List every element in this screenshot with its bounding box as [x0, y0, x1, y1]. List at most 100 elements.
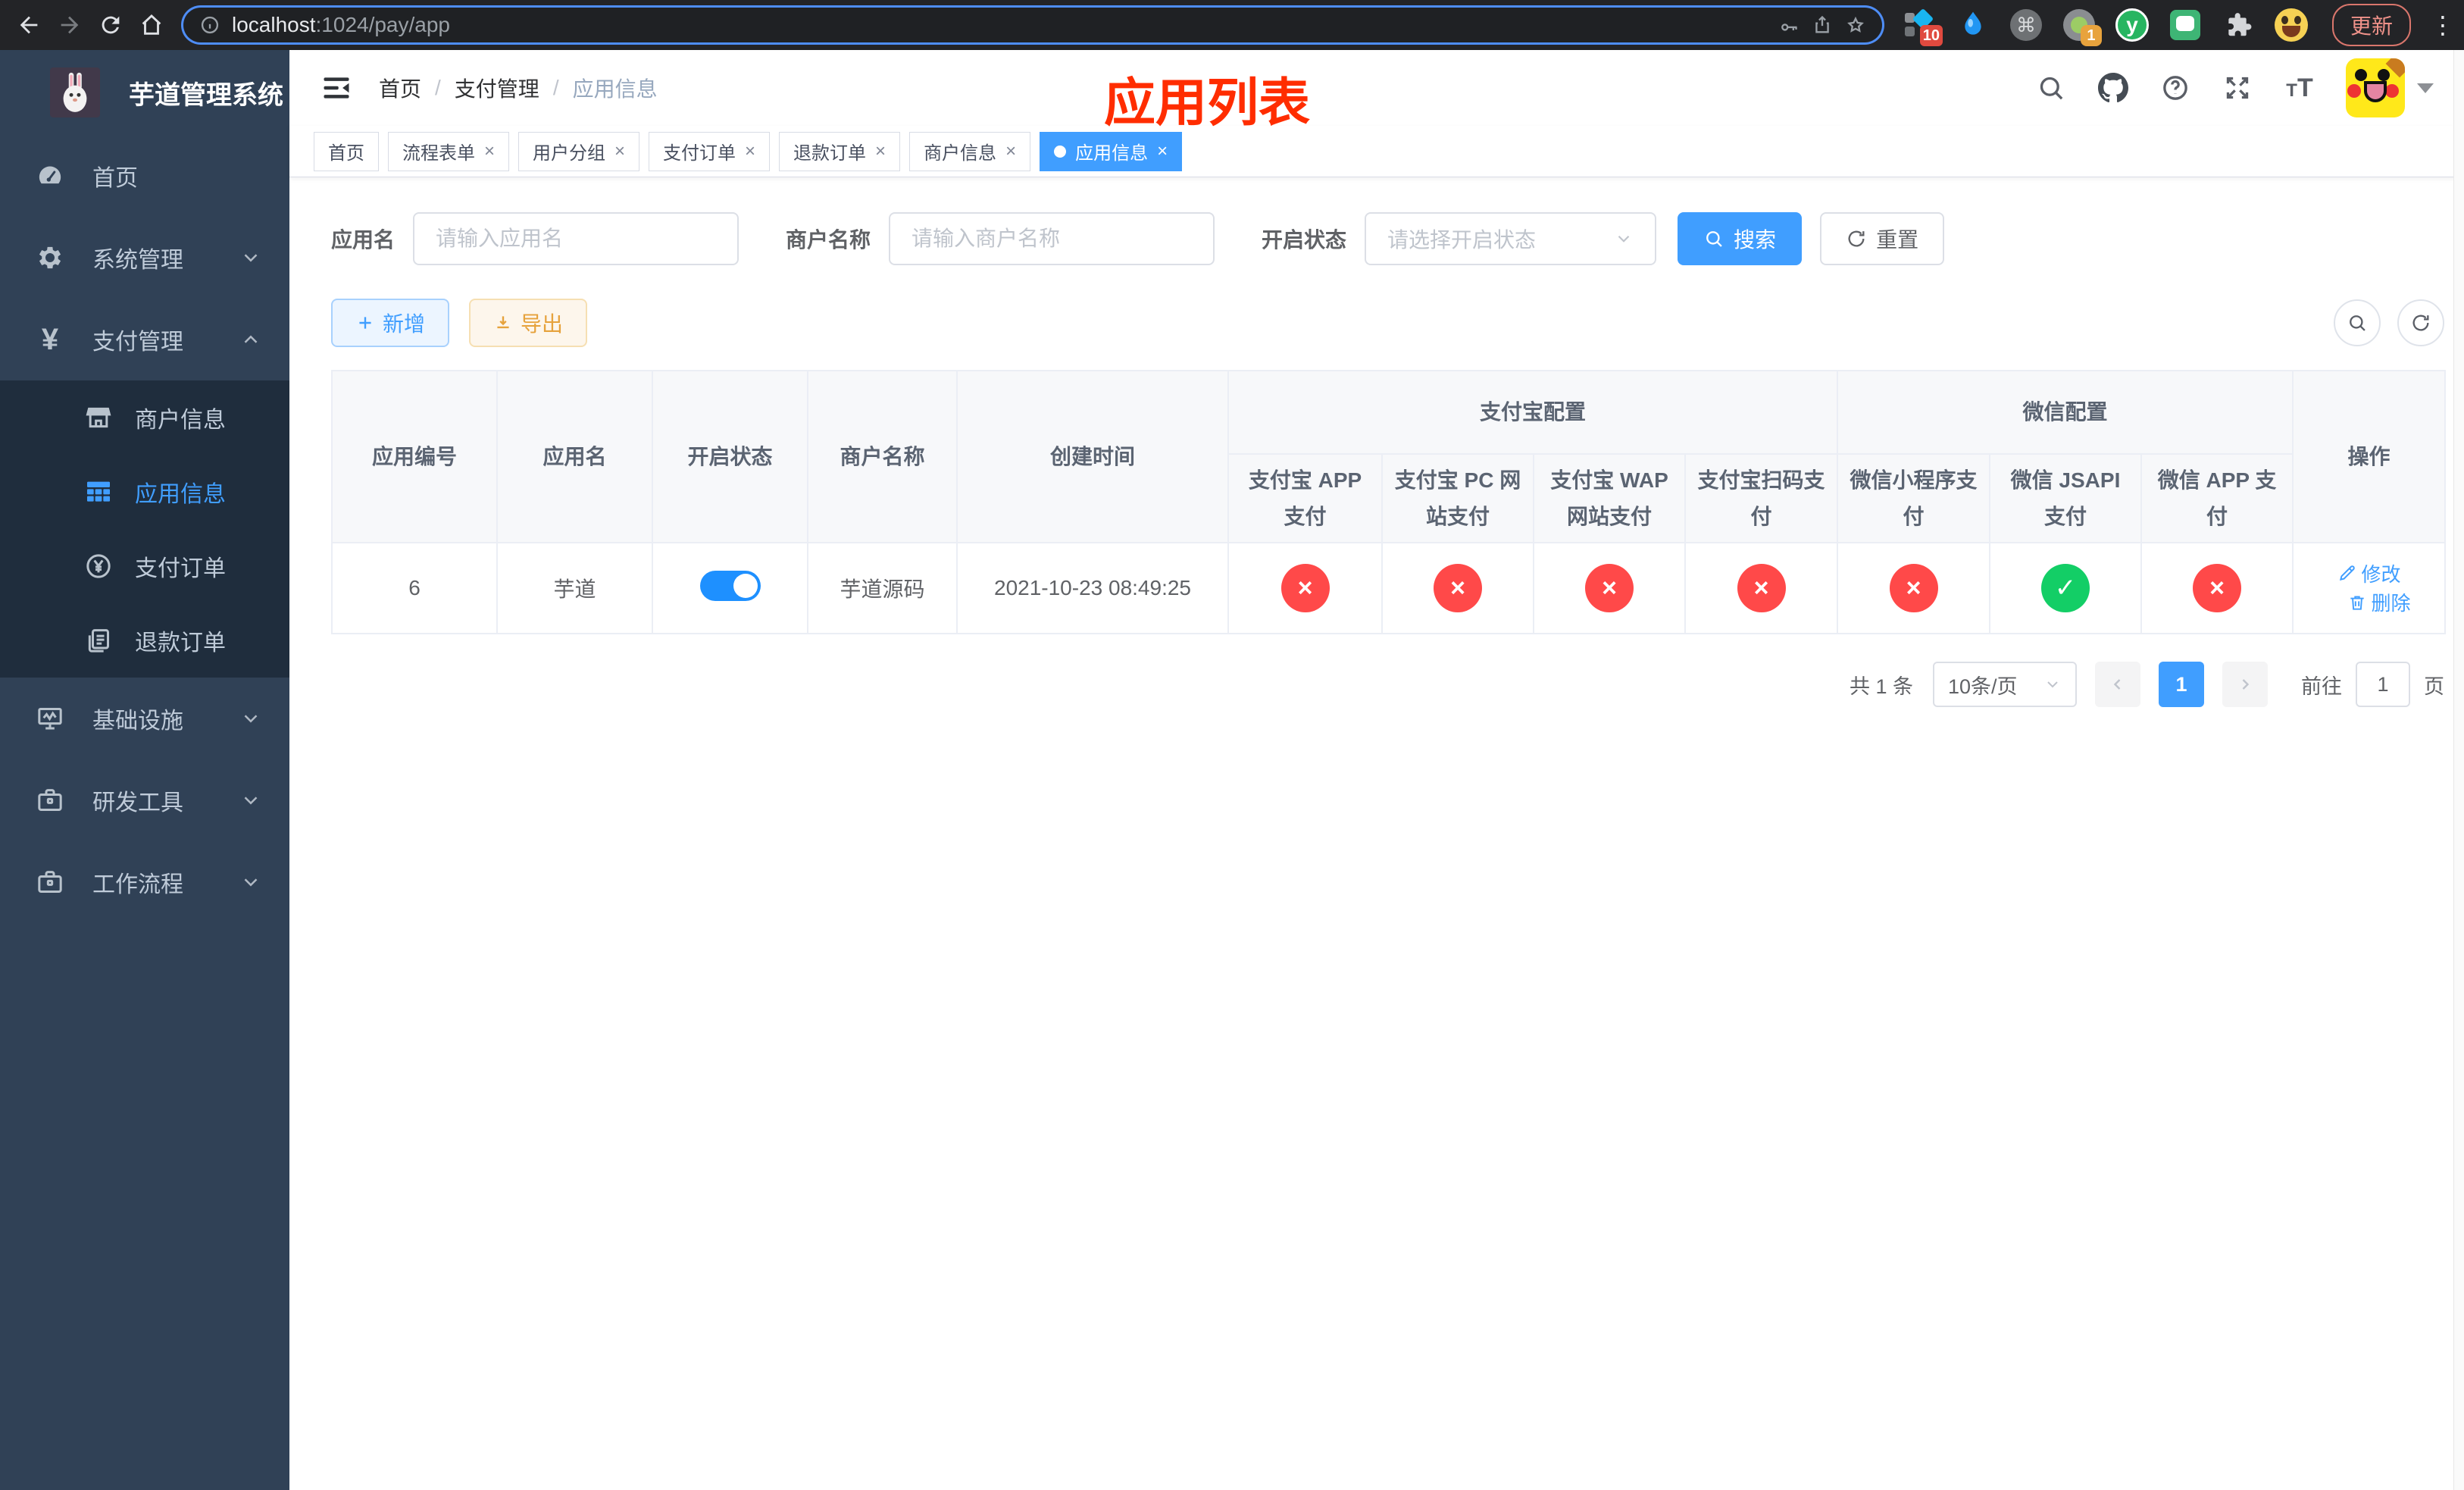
toggle-search-icon[interactable]: [2334, 299, 2381, 346]
app-table: 应用编号 应用名 开启状态 商户名称 创建时间 支付宝配置 微信配置 操作 支付…: [331, 369, 2447, 635]
chevron-down-icon: [239, 789, 262, 812]
goto-page-input[interactable]: [2356, 662, 2410, 708]
sidebar-fold-icon[interactable]: [320, 71, 353, 105]
col-actions: 操作: [2292, 369, 2447, 544]
sidebar-item-label: 支付订单: [135, 556, 226, 581]
close-icon[interactable]: ×: [875, 142, 886, 161]
main-area: 首页 / 支付管理 / 应用信息 应用列表 TT 首页 流程表单 × 用户分组 …: [289, 50, 2464, 1490]
cell-actions: 修改 删除: [2292, 542, 2447, 635]
refresh-icon[interactable]: [2397, 299, 2444, 346]
extension-command-icon[interactable]: ⌘: [2009, 8, 2043, 42]
cell-status: [652, 542, 808, 635]
tab-home[interactable]: 首页: [314, 131, 379, 171]
tab-user-group[interactable]: 用户分组 ×: [518, 131, 640, 171]
export-button[interactable]: 导出: [469, 299, 588, 347]
chevron-down-icon: [239, 707, 262, 730]
browser-menu-icon[interactable]: ⋮: [2431, 11, 2455, 39]
close-icon[interactable]: ×: [1005, 142, 1016, 161]
search-icon[interactable]: [2035, 72, 2067, 104]
app-frame: 芋道管理系统 首页 系统管理 ¥ 支付管理 商户信息 应用信息 支付订单 退款订…: [0, 50, 2464, 1490]
breadcrumb-current: 应用信息: [572, 77, 658, 101]
reset-button[interactable]: 重置: [1820, 212, 1945, 265]
tab-process-form[interactable]: 流程表单 ×: [388, 131, 510, 171]
sidebar-item-pay-order[interactable]: 支付订单: [0, 529, 289, 603]
extensions-puzzle-icon[interactable]: [2222, 8, 2255, 42]
user-menu[interactable]: [2346, 58, 2434, 117]
sidebar-item-app-info[interactable]: 应用信息: [0, 455, 289, 529]
page-scrollbar[interactable]: [2453, 50, 2464, 1490]
sidebar-item-merchant-info[interactable]: 商户信息: [0, 380, 289, 455]
github-icon[interactable]: [2097, 72, 2129, 104]
prev-page-button[interactable]: [2095, 662, 2140, 708]
breadcrumb-pay[interactable]: 支付管理: [455, 73, 539, 103]
cell-merchant: 芋道源码: [807, 542, 958, 635]
sidebar-item-dev-tools[interactable]: 研发工具: [0, 759, 289, 841]
page-unit-label: 页: [2424, 675, 2444, 698]
font-size-icon[interactable]: TT: [2284, 72, 2315, 104]
chevron-down-icon: [2043, 675, 2062, 693]
add-button[interactable]: 新增: [331, 299, 450, 347]
col-alipay-qr: 支付宝扫码支付: [1684, 452, 1839, 544]
sidebar-item-refund-order[interactable]: 退款订单: [0, 603, 289, 678]
search-button[interactable]: 搜索: [1678, 212, 1803, 265]
sidebar-logo[interactable]: 芋道管理系统: [0, 50, 289, 135]
breadcrumb-home[interactable]: 首页: [379, 73, 421, 103]
home-icon[interactable]: [136, 10, 167, 40]
sidebar-item-label: 系统管理: [92, 248, 183, 273]
extension-y-icon[interactable]: y: [2115, 8, 2149, 42]
extension-drop-icon[interactable]: [1956, 8, 1990, 42]
password-key-icon[interactable]: [1778, 14, 1800, 36]
group-wechat: 微信配置: [1837, 370, 2294, 455]
status-label: 开启状态: [1262, 228, 1347, 252]
close-icon[interactable]: ×: [614, 142, 625, 161]
col-app-name: 应用名: [496, 369, 653, 544]
site-info-icon[interactable]: [199, 14, 221, 36]
sidebar-item-home[interactable]: 首页: [0, 135, 289, 217]
extension-chat-icon[interactable]: [2169, 8, 2202, 42]
fullscreen-icon[interactable]: [2222, 72, 2253, 104]
shop-icon: [83, 402, 114, 433]
sidebar-item-infra[interactable]: 基础设施: [0, 678, 289, 759]
status-select[interactable]: 请选择开启状态: [1365, 212, 1657, 265]
page-size-select[interactable]: 10条/页: [1933, 662, 2077, 708]
col-wx-lite: 微信小程序支付: [1837, 452, 1991, 544]
sidebar-item-pay[interactable]: ¥ 支付管理: [0, 299, 289, 380]
chrome-update-button[interactable]: 更新: [2331, 4, 2411, 46]
edit-button[interactable]: 修改: [2337, 559, 2401, 587]
browser-toolbar: localhost:1024/pay/app 10 ⌘ 1 y 更新 ⋮: [0, 0, 2464, 50]
sidebar-item-workflow[interactable]: 工作流程: [0, 841, 289, 923]
close-icon[interactable]: ×: [484, 142, 495, 161]
chevron-down-icon: [239, 246, 262, 269]
chevron-down-icon: [1614, 229, 1634, 249]
back-icon[interactable]: [14, 10, 44, 40]
tab-app-info[interactable]: 应用信息 ×: [1040, 131, 1183, 171]
col-wx-app: 微信 APP 支付: [2140, 452, 2294, 544]
chevron-up-icon: [239, 328, 262, 351]
forward-icon[interactable]: [55, 10, 85, 40]
next-page-button[interactable]: [2222, 662, 2268, 708]
app-name-input[interactable]: [413, 212, 740, 265]
page-content: 应用名 商户名称 开启状态 请选择开启状态 搜索 重置 新增 导出: [289, 177, 2464, 708]
grid-table-icon: [83, 477, 114, 507]
page-number-button[interactable]: 1: [2159, 662, 2204, 708]
enable-switch[interactable]: [699, 570, 761, 601]
share-icon[interactable]: [1811, 14, 1834, 36]
tab-merchant-info[interactable]: 商户信息 ×: [909, 131, 1031, 171]
top-navbar: 首页 / 支付管理 / 应用信息 应用列表 TT: [289, 50, 2464, 132]
tab-pay-order[interactable]: 支付订单 ×: [649, 131, 771, 171]
profile-emoji-avatar[interactable]: [2274, 8, 2308, 42]
status-wx-lite-icon: ×: [1889, 564, 1938, 613]
close-icon[interactable]: ×: [1157, 142, 1168, 161]
reload-icon[interactable]: [95, 10, 126, 40]
bookmark-star-icon[interactable]: [1844, 14, 1867, 36]
extension-camera-icon[interactable]: 1: [2062, 8, 2102, 46]
address-bar[interactable]: localhost:1024/pay/app: [183, 8, 1882, 42]
sidebar-item-system[interactable]: 系统管理: [0, 217, 289, 299]
help-icon[interactable]: [2159, 72, 2191, 104]
tab-refund-order[interactable]: 退款订单 ×: [779, 131, 901, 171]
merchant-name-input[interactable]: [889, 212, 1215, 265]
delete-button[interactable]: 删除: [2347, 588, 2411, 616]
extension-area: 10 ⌘ 1 y 更新 ⋮: [1903, 4, 2455, 46]
extension-diamond-icon[interactable]: 10: [1903, 8, 1943, 46]
close-icon[interactable]: ×: [745, 142, 755, 161]
